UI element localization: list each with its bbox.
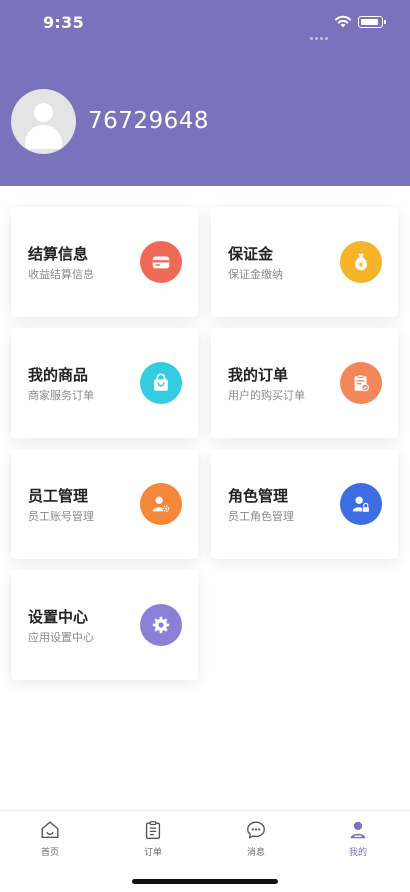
card-my-orders[interactable]: 我的订单 用户的购买订单 [211,328,398,438]
avatar[interactable] [11,89,76,154]
card-subtitle: 保证金缴纳 [228,268,283,281]
home-indicator [132,879,278,884]
user-id: 76729648 [88,108,210,134]
home-icon [41,821,59,839]
card-subtitle: 用户的购买订单 [228,389,305,402]
clipboard-icon [145,821,161,839]
battery-icon [358,16,386,28]
card-role-management[interactable]: 角色管理 员工角色管理 [211,449,398,559]
status-bar: 9:35 [0,0,410,46]
card-title: 结算信息 [28,245,89,263]
shopping-bag-icon [140,362,182,404]
cellular-signal-icon [310,25,330,40]
card-payment-icon [140,241,182,283]
tab-label: 我的 [348,848,367,858]
tab-messages[interactable]: 消息 [226,819,286,858]
tab-label: 消息 [246,848,265,858]
card-staff-management[interactable]: 员工管理 员工账号管理 [11,449,198,559]
chat-bubble-icon [247,821,265,839]
svg-text:¥: ¥ [359,261,364,269]
wifi-icon [335,15,351,28]
user-gear-icon [140,483,182,525]
tab-orders[interactable]: 订单 [123,819,183,858]
status-time: 9:35 [43,13,84,32]
card-title: 角色管理 [228,487,289,505]
card-subtitle: 员工账号管理 [28,510,94,523]
user-lock-icon [340,483,382,525]
money-bag-icon: ¥ [340,241,382,283]
card-title: 我的商品 [28,366,89,384]
tab-mine[interactable]: 我的 [328,819,388,858]
card-deposit[interactable]: 保证金 保证金缴纳 ¥ [211,207,398,317]
avatar-body-shape [25,125,62,149]
person-icon [350,821,366,839]
tab-label: 首页 [40,848,59,858]
tab-label: 订单 [143,848,162,858]
card-subtitle: 收益结算信息 [28,268,94,281]
card-title: 员工管理 [28,487,89,505]
card-settlement-info[interactable]: 结算信息 收益结算信息 [11,207,198,317]
tab-home[interactable]: 首页 [20,819,80,858]
card-title: 我的订单 [228,366,289,384]
order-clipboard-icon [340,362,382,404]
card-settings-center[interactable]: 设置中心 应用设置中心 [11,570,198,680]
card-title: 设置中心 [28,608,89,626]
card-my-products[interactable]: 我的商品 商家服务订单 [11,328,198,438]
card-subtitle: 应用设置中心 [28,631,94,644]
gear-icon [140,604,182,646]
card-subtitle: 员工角色管理 [228,510,294,523]
profile-header: 9:35 76729648 [0,0,410,186]
card-title: 保证金 [228,245,274,263]
card-subtitle: 商家服务订单 [28,389,94,402]
avatar-head-shape [34,103,53,122]
